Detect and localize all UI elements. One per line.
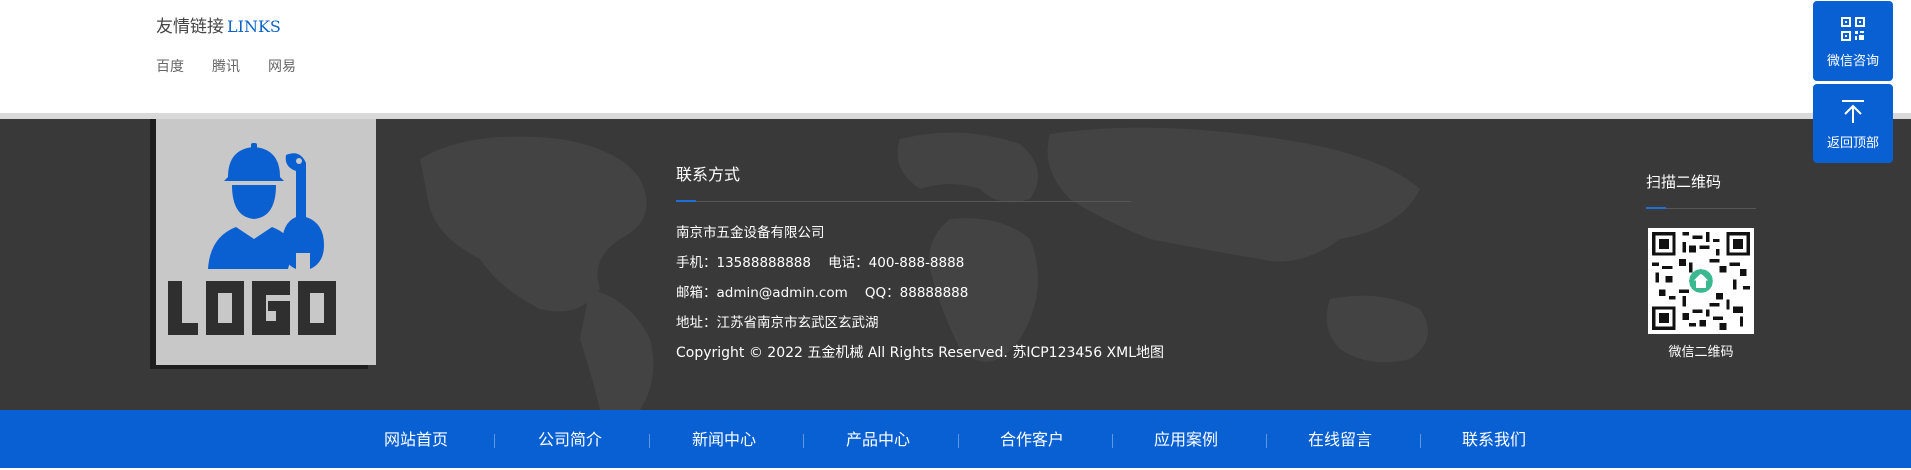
nav-separator [494, 434, 495, 448]
contact-block: 联系方式 南京市五金设备有限公司 手机：13588888888 电话：400-8… [676, 161, 1165, 368]
nav-home[interactable]: 网站首页 [384, 410, 448, 468]
wechat-consult-button[interactable]: 微信咨询 [1813, 1, 1893, 81]
qr-code-icon [1841, 17, 1865, 41]
link-baidu[interactable]: 百度 [156, 56, 184, 76]
nav-message[interactable]: 在线留言 [1308, 410, 1372, 468]
nav-separator [803, 434, 804, 448]
contact-title: 联系方式 [676, 165, 741, 184]
links-title-cn: 友情链接 [156, 17, 224, 37]
nav-separator [1420, 434, 1421, 448]
qr-section: 扫描二维码 微信二维码 [1646, 171, 1756, 360]
nav-contact[interactable]: 联系我们 [1462, 410, 1526, 468]
qr-code-icon [1652, 232, 1750, 330]
links-list: 百度 腾讯 网易 [156, 56, 296, 76]
back-to-top-button[interactable]: 返回顶部 [1813, 84, 1893, 163]
arrow-up-icon [1842, 100, 1864, 123]
nav-about[interactable]: 公司简介 [538, 410, 602, 468]
friendly-links-section: 友情链接 LINKS 百度 腾讯 网易 [0, 0, 1911, 115]
nav-news[interactable]: 新闻中心 [692, 410, 756, 468]
footer: 联系方式 南京市五金设备有限公司 手机：13588888888 电话：400-8… [0, 119, 1911, 410]
bottom-nav: 网站首页 公司简介 新闻中心 产品中心 合作客户 应用案例 在线留言 联系我们 [0, 410, 1911, 468]
wechat-qr-code [1648, 228, 1754, 334]
worker-wrench-icon [168, 143, 336, 335]
nav-separator [649, 434, 650, 448]
nav-clients[interactable]: 合作客户 [1000, 410, 1064, 468]
contact-divider [676, 200, 1131, 202]
phone-line: 手机：13588888888 电话：400-888-8888 [676, 255, 965, 271]
nav-cases[interactable]: 应用案例 [1154, 410, 1218, 468]
link-netease[interactable]: 网易 [268, 56, 296, 76]
nav-separator [958, 434, 959, 448]
company-name: 南京市五金设备有限公司 [676, 225, 825, 241]
links-title-en: LINKS [227, 17, 281, 36]
qr-caption: 微信二维码 [1668, 345, 1734, 360]
nav-products[interactable]: 产品中心 [846, 410, 910, 468]
qr-title: 扫描二维码 [1646, 173, 1722, 191]
back-to-top-label: 返回顶部 [1826, 136, 1879, 151]
link-tencent[interactable]: 腾讯 [212, 56, 240, 76]
links-title: 友情链接 LINKS [156, 12, 281, 37]
email-line: 邮箱：admin@admin.com QQ：88888888 [676, 285, 969, 301]
address-line: 地址：江苏省南京市玄武区玄武湖 [676, 315, 879, 331]
wechat-consult-label: 微信咨询 [1826, 54, 1879, 69]
site-logo[interactable] [156, 119, 376, 365]
copyright-line: Copyright © 2022 五金机械 All Rights Reserve… [676, 345, 1165, 361]
qr-divider [1646, 207, 1756, 209]
nav-separator [1112, 434, 1113, 448]
contact-details: 南京市五金设备有限公司 手机：13588888888 电话：400-888-88… [676, 218, 1165, 368]
nav-separator [1266, 434, 1267, 448]
